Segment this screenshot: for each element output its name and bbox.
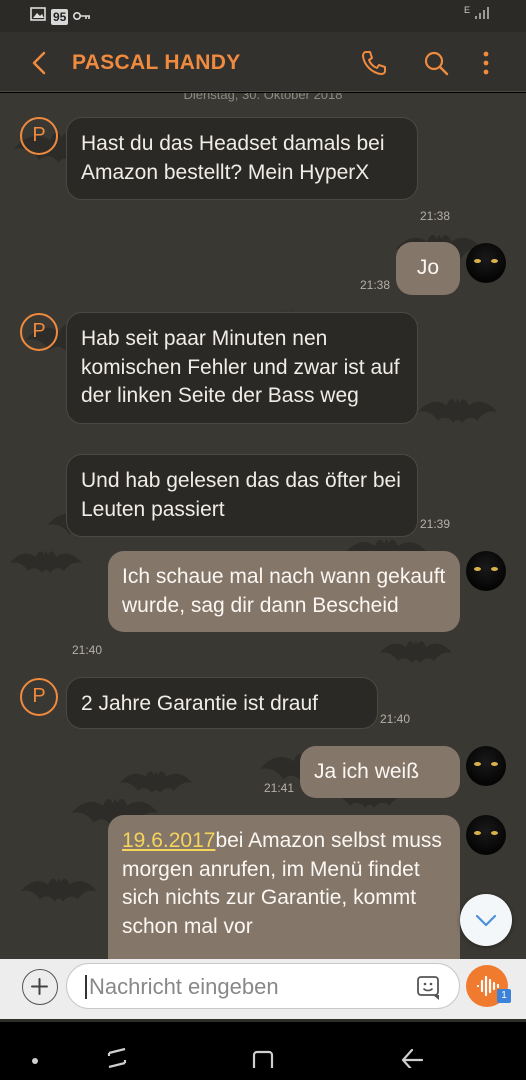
conversation-header: PASCAL HANDY [0,32,526,92]
avatar-initial: P [32,320,46,342]
message-time: 21:41 [264,781,295,795]
my-avatar[interactable] [466,815,506,855]
message-bubble-incoming[interactable]: Und hab gelesen das das öfter bei Leuten… [66,454,418,537]
message-bubble-outgoing[interactable]: 19.6.2017bei Amazon selbst muss morgen a… [108,815,460,959]
message-text: Ich schaue mal nach wann gekauft wurde, … [122,565,446,617]
message-bubble-outgoing[interactable]: Ja ich weiß [300,746,460,798]
back-nav-icon [401,1048,424,1072]
message-list[interactable]: Dienstag, 30. Oktober 2018 P Hast du das… [0,93,526,959]
phone-icon [362,51,386,75]
message-bubble-incoming[interactable]: Hab seit paar Minuten nen komischen Fehl… [66,312,418,424]
search-icon [424,51,449,76]
gallery-notification-icon [30,7,46,26]
home-button[interactable] [246,1034,280,1072]
scroll-to-bottom-button[interactable] [460,894,512,946]
message-time: 21:38 [360,278,391,292]
chevron-down-icon [475,914,497,927]
message-text: Hast du das Headset damals bei Amazon be… [81,132,385,184]
date-link[interactable]: 19.6.2017 [122,829,215,852]
message-text: Ja ich weiß [314,760,420,783]
search-button[interactable] [420,47,452,79]
message-text: Hab seit paar Minuten nen komischen Fehl… [81,327,400,407]
message-text: 2 Jahre Garantie ist drauf [81,692,318,715]
my-avatar[interactable] [466,746,506,786]
message-input[interactable]: Nachricht eingeben [66,963,460,1009]
sim-badge: 1 [497,989,511,1003]
contact-avatar[interactable]: P [20,313,58,351]
call-button[interactable] [358,47,390,79]
message-time: 21:39 [420,517,451,531]
my-avatar[interactable] [466,243,506,283]
recent-apps-icon [107,1047,127,1069]
back-arrow-icon [32,51,46,75]
nav-dot-button[interactable] [18,1034,52,1068]
more-vert-icon [483,51,489,75]
message-bubble-incoming[interactable]: 2 Jahre Garantie ist drauf [66,677,378,729]
dot-icon [32,1058,38,1064]
message-time: 21:40 [380,712,411,726]
contact-name[interactable]: PASCAL HANDY [72,51,241,75]
more-options-button[interactable] [470,47,502,79]
notification-badge: 95 [51,8,69,25]
avatar-initial: P [32,685,46,707]
avatar-initial: P [32,124,46,146]
contact-avatar[interactable]: P [20,678,58,716]
message-time: 21:40 [72,643,103,657]
message-composer: Nachricht eingeben 1 [0,959,526,1019]
back-nav-button[interactable] [394,1034,428,1072]
system-navigation-bar [0,1022,526,1080]
message-time: 21:38 [420,209,451,223]
message-input-placeholder: Nachricht eingeben [85,975,279,999]
message-text: Jo [416,256,440,279]
network-type-label: E [463,5,470,15]
my-avatar[interactable] [466,551,506,591]
contact-avatar[interactable]: P [20,117,58,155]
message-bubble-outgoing[interactable]: Jo [396,242,460,295]
home-icon [252,1050,274,1072]
recent-apps-button[interactable] [100,1034,134,1069]
message-bubble-incoming[interactable]: Hast du das Headset damals bei Amazon be… [66,117,418,200]
key-icon [73,8,91,26]
status-bar: 95 E [0,0,526,32]
signal-icon [474,6,490,25]
date-separator: Dienstag, 30. Oktober 2018 [183,93,343,102]
plus-icon [31,978,48,995]
sticker-button[interactable] [415,973,443,1001]
attach-button[interactable] [22,969,58,1005]
sticker-icon [417,976,439,1000]
message-bubble-outgoing[interactable]: Ich schaue mal nach wann gekauft wurde, … [108,551,460,632]
message-text: Und hab gelesen das das öfter bei Leuten… [81,469,401,521]
back-button[interactable] [24,47,56,79]
